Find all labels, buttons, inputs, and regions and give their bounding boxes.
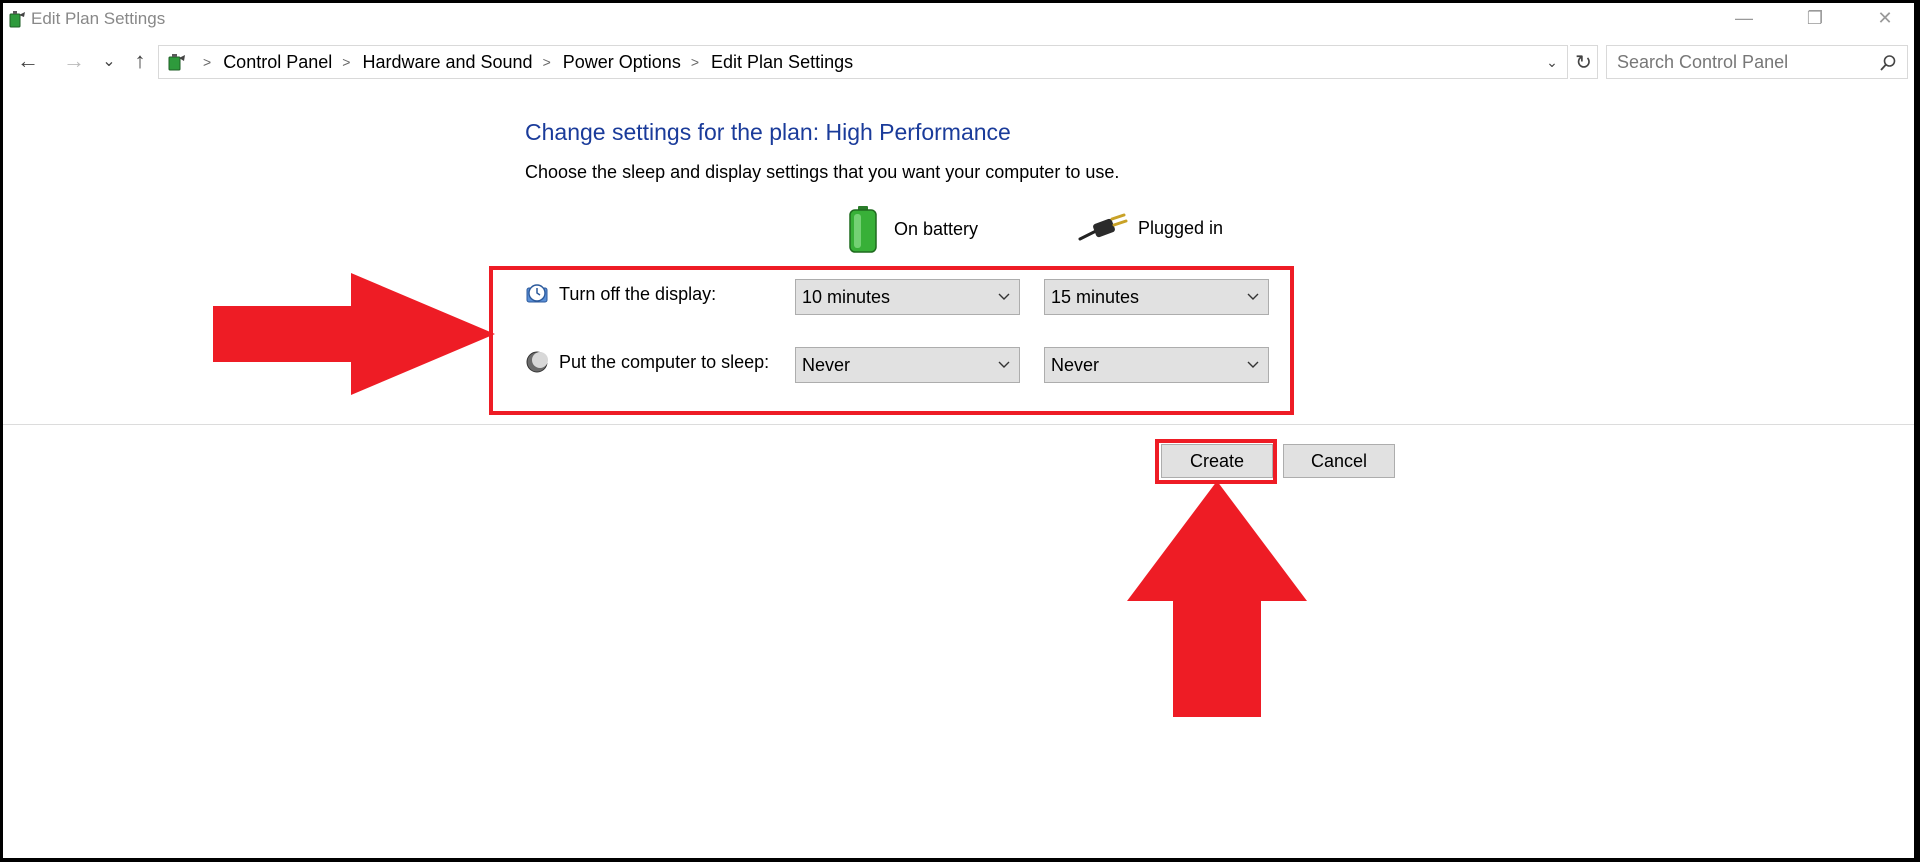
refresh-button[interactable]: ↻ <box>1570 45 1598 79</box>
minimize-button[interactable]: — <box>1715 3 1773 33</box>
page-description: Choose the sleep and display settings th… <box>525 162 1120 182</box>
window-title: Edit Plan Settings <box>31 9 166 28</box>
page-heading: Change settings for the plan: High Perfo… <box>525 119 1011 145</box>
restore-button[interactable]: ❐ <box>1786 3 1844 33</box>
content-divider <box>3 424 1914 425</box>
breadcrumb-sep: > <box>203 54 212 70</box>
power-plug-icon <box>1078 213 1128 241</box>
up-arrow-annotation-icon <box>1127 481 1307 717</box>
close-button[interactable]: ✕ <box>1856 3 1914 33</box>
minimize-icon: — <box>1735 7 1753 28</box>
search-input[interactable] <box>1607 51 1867 73</box>
forward-button[interactable]: → <box>59 43 89 79</box>
right-arrow-annotation-icon <box>213 273 495 395</box>
close-icon: ✕ <box>1877 7 1893 28</box>
navigation-bar: ← → ⌄ ↑ > Control Panel > Hardware and So… <box>3 43 1914 79</box>
breadcrumb-hardware-and-sound[interactable]: Hardware and Sound > <box>362 52 562 73</box>
refresh-icon: ↻ <box>1575 51 1592 74</box>
cancel-button-label: Cancel <box>1310 450 1368 471</box>
column-header-plugged-in: Plugged in <box>1078 213 1223 243</box>
search-icon[interactable] <box>1879 54 1897 72</box>
chevron-down-icon: ⌄ <box>1546 53 1558 70</box>
back-button[interactable]: ← <box>13 43 43 79</box>
power-options-app-icon <box>9 11 25 28</box>
forward-arrow-icon: → <box>63 48 85 73</box>
column-header-on-battery: On battery <box>846 205 978 253</box>
back-arrow-icon: ← <box>17 48 39 73</box>
up-button[interactable]: ↑ <box>127 43 153 79</box>
breadcrumb-power-options[interactable]: Power Options > <box>563 52 711 73</box>
up-arrow-icon: ↑ <box>134 48 146 73</box>
search-box[interactable] <box>1606 45 1908 79</box>
chevron-down-icon: ⌄ <box>102 53 116 70</box>
create-highlight-box <box>1155 439 1277 484</box>
on-battery-label: On battery <box>894 218 979 239</box>
address-dropdown-button[interactable]: ⌄ <box>1541 46 1563 78</box>
control-panel-icon <box>168 54 185 71</box>
recent-locations-button[interactable]: ⌄ <box>99 43 119 79</box>
battery-icon <box>849 206 877 253</box>
plugged-in-label: Plugged in <box>1138 217 1224 238</box>
cancel-button[interactable]: Cancel <box>1283 444 1395 478</box>
title-bar: Edit Plan Settings — ❐ ✕ <box>3 3 1914 33</box>
address-bar[interactable]: > Control Panel > Hardware and Sound > Pow… <box>158 45 1568 79</box>
breadcrumb-control-panel[interactable]: Control Panel > <box>223 52 362 73</box>
settings-highlight-box <box>489 266 1294 415</box>
restore-icon: ❐ <box>1806 7 1824 28</box>
window: Edit Plan Settings — ❐ ✕ ← → ⌄ ↑ > Contr… <box>3 3 1914 858</box>
breadcrumb-edit-plan-settings[interactable]: Edit Plan Settings <box>711 52 853 73</box>
